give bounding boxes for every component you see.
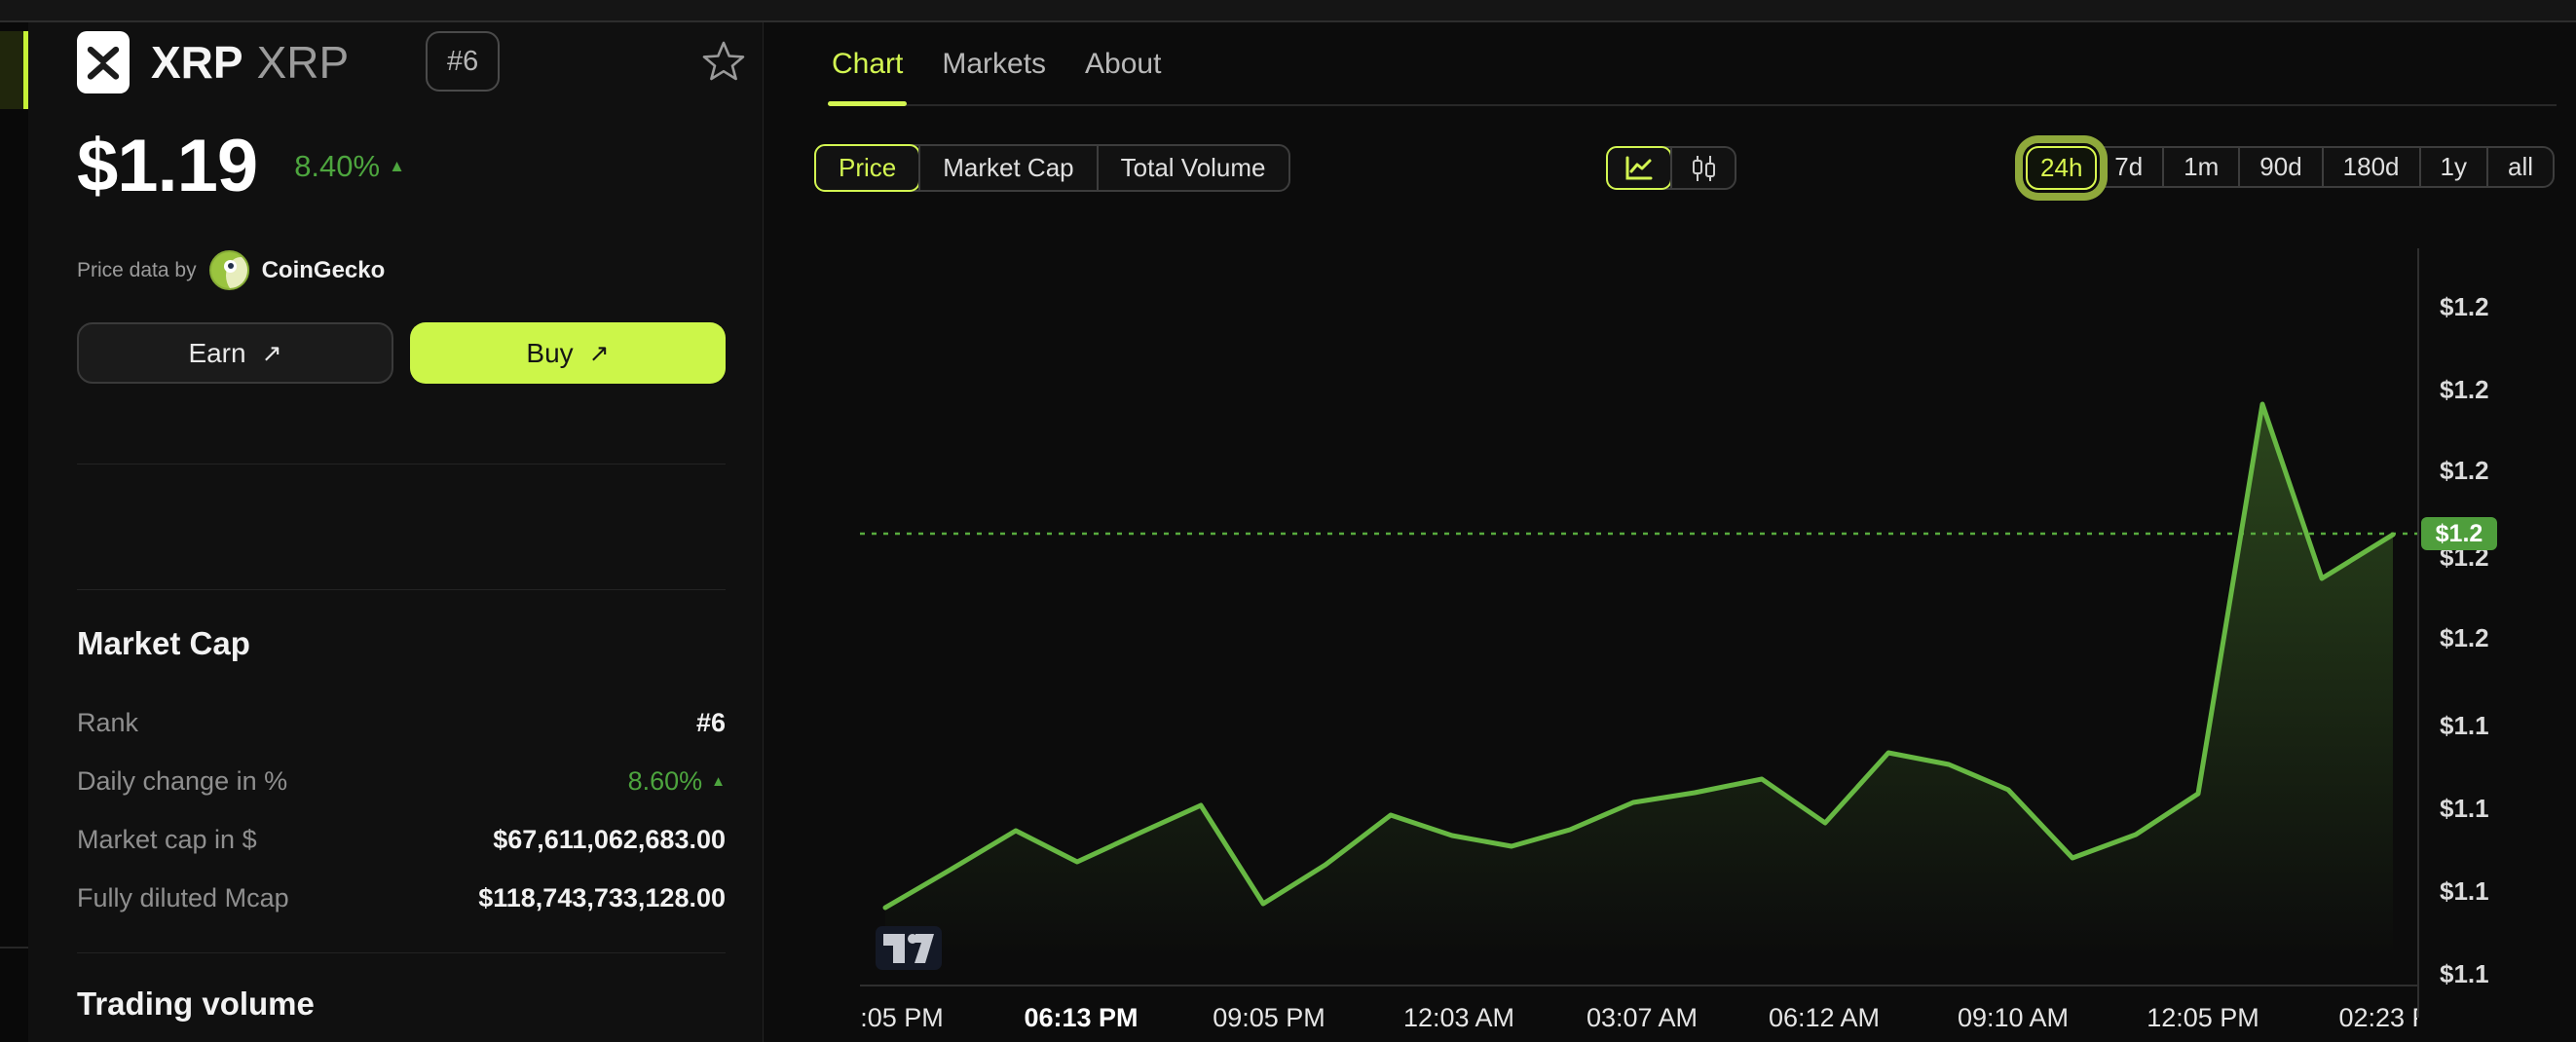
tradingview-logo[interactable] — [876, 926, 942, 970]
coin-summary-panel: XRP XRP #6 $1.19 8.40% ▲ Price data by Coi… — [28, 22, 763, 1042]
market-cap-heading: Market Cap — [77, 625, 250, 661]
chart-svg — [860, 401, 2417, 986]
x-axis-label: 12:05 PM — [2147, 1003, 2259, 1032]
coin-header: XRP XRP #6 — [77, 31, 747, 93]
up-arrow-icon: ▲ — [389, 157, 405, 175]
left-nav-rail — [0, 22, 28, 1042]
favorite-star-icon[interactable] — [700, 37, 747, 84]
x-axis-label: 03:07 AM — [1586, 1003, 1699, 1032]
coin-name: XRP — [151, 37, 243, 88]
divider — [77, 952, 726, 953]
stat-row-fully-diluted: Fully diluted Mcap $118,743,733,128.00 — [77, 882, 726, 912]
stat-value: $67,611,062,683.00 — [493, 824, 726, 854]
attribution-text: Price data by — [77, 258, 197, 281]
earn-button[interactable]: Earn ↗ — [77, 322, 393, 384]
tab-chart[interactable]: Chart — [827, 42, 908, 106]
divider — [77, 589, 726, 590]
range-7d[interactable]: 7d — [2089, 148, 2162, 186]
y-axis: $1.2 $1.2 $1.2 $1.2 $1.2 $1.2 $1.1 $1.1 $1.1 $1.… — [2417, 248, 2576, 1018]
coin-price: $1.19 — [77, 125, 258, 207]
range-1m[interactable]: 1m — [2162, 148, 2238, 186]
x-axis-label: 09:05 PM — [1213, 1003, 1325, 1032]
tab-markets[interactable]: Markets — [940, 42, 1048, 104]
coingecko-link[interactable]: CoinGecko — [262, 257, 386, 284]
x-axis-label: 06:12 AM — [1768, 1003, 1881, 1032]
rail-active-item[interactable] — [0, 31, 28, 109]
metric-total-volume[interactable]: Total Volume — [1096, 146, 1288, 190]
x-axis: :05 PM 06:13 PM 09:05 PM 12:03 AM 03:07 AM 06… — [860, 995, 2417, 1038]
line-chart-icon[interactable] — [1606, 146, 1672, 190]
stat-value: #6 — [695, 707, 726, 737]
rank-badge: #6 — [426, 31, 501, 92]
buy-button[interactable]: Buy ↗ — [410, 322, 726, 384]
chart-panel: Chart Markets About Price Market Cap Tot… — [763, 22, 2576, 1042]
action-buttons: Earn ↗ Buy ↗ — [77, 322, 726, 384]
price-change: 8.40% ▲ — [294, 148, 405, 183]
time-range-toggle: 24h 7d 1m 90d 180d 1y all — [2026, 146, 2555, 190]
tab-bar: Chart Markets About — [827, 42, 2557, 106]
range-1y[interactable]: 1y — [2418, 148, 2486, 186]
coin-title: XRP XRP — [151, 36, 349, 89]
range-all[interactable]: all — [2485, 148, 2553, 186]
trading-volume-heading: Trading volume — [77, 986, 315, 1022]
coingecko-logo-icon — [208, 250, 249, 290]
price-chart[interactable] — [860, 248, 2417, 986]
current-price-badge: $1.2 — [2421, 517, 2497, 550]
x-axis-label: 06:13 PM — [1024, 1003, 1139, 1032]
y-axis-label: $1.2 — [2440, 623, 2489, 652]
stat-row-daily-change: Daily change in % 8.60% ▲ — [77, 765, 726, 796]
external-link-icon: ↗ — [261, 339, 282, 367]
y-axis-label: $1.1 — [2440, 959, 2489, 988]
xrp-logo-icon — [77, 31, 130, 93]
metric-market-cap[interactable]: Market Cap — [918, 146, 1096, 190]
top-bar — [0, 0, 2576, 22]
stat-row-market-cap: Market cap in $ $67,611,062,683.00 — [77, 824, 726, 854]
y-axis-label: $1.1 — [2440, 794, 2489, 823]
candlestick-icon[interactable] — [1670, 148, 1735, 188]
y-axis-label: $1.1 — [2440, 876, 2489, 906]
rail-divider — [0, 947, 28, 949]
coin-ticker: XRP — [256, 37, 350, 88]
range-24h[interactable]: 24h — [2026, 146, 2098, 190]
stat-value: $118,743,733,128.00 — [478, 882, 726, 912]
range-90d[interactable]: 90d — [2238, 148, 2321, 186]
app-window: XRP XRP #6 $1.19 8.40% ▲ Price data by Coi… — [0, 0, 2576, 1042]
range-180d[interactable]: 180d — [2321, 148, 2419, 186]
metric-toggle: Price Market Cap Total Volume — [814, 144, 1290, 192]
external-link-icon: ↗ — [588, 339, 610, 367]
up-arrow-icon: ▲ — [711, 772, 726, 790]
chart-type-toggle — [1606, 146, 1736, 190]
price-row: $1.19 8.40% ▲ — [77, 124, 405, 208]
x-axis-label: 02:23 P — [2338, 1003, 2417, 1032]
y-axis-label: $1.2 — [2440, 292, 2489, 321]
metric-price[interactable]: Price — [814, 144, 921, 192]
market-cap-stats: Rank #6 Daily change in % 8.60% ▲ Market … — [77, 693, 726, 927]
x-axis-label: 09:10 AM — [1957, 1003, 2070, 1032]
y-axis-label: $1.2 — [2440, 456, 2489, 485]
x-axis-label: 12:03 AM — [1402, 1003, 1515, 1032]
x-axis-label: :05 PM — [860, 1003, 944, 1032]
divider — [77, 464, 726, 465]
stat-row-rank: Rank #6 — [77, 707, 726, 737]
chart-area-fill — [885, 404, 2393, 986]
y-axis-label: $1.2 — [2440, 375, 2489, 404]
price-data-attribution: Price data by CoinGecko — [77, 250, 385, 290]
stat-value: 8.60% ▲ — [627, 765, 726, 796]
tab-about[interactable]: About — [1083, 42, 1163, 104]
range-options: 7d 1m 90d 180d 1y all — [2087, 146, 2555, 188]
y-axis-label: $1.1 — [2440, 711, 2489, 740]
